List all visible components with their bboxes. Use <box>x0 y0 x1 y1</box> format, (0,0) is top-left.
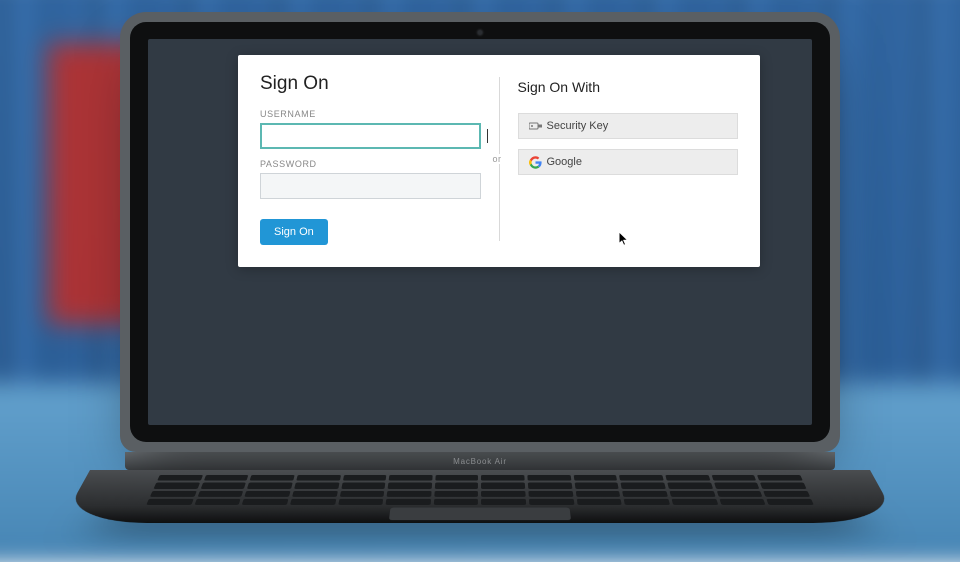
provider-label: Google <box>547 156 732 168</box>
federated-title: Sign On With <box>518 79 739 95</box>
laptop-lid: Sign On USERNAME PASSWORD Sign On or <box>120 12 840 452</box>
signon-button[interactable]: Sign On <box>260 219 328 245</box>
username-label: USERNAME <box>260 109 481 119</box>
security-key-icon <box>525 121 547 131</box>
federated-panel: Sign On With Security Key <box>500 73 739 245</box>
or-label: or <box>490 154 505 164</box>
credentials-panel: Sign On USERNAME PASSWORD Sign On <box>260 73 499 245</box>
signon-card: Sign On USERNAME PASSWORD Sign On or <box>238 55 760 267</box>
panel-divider: or <box>499 77 500 241</box>
password-label: PASSWORD <box>260 159 481 169</box>
provider-google-button[interactable]: Google <box>518 149 739 175</box>
device-brand-label: MacBook Air <box>453 457 507 466</box>
screen: Sign On USERNAME PASSWORD Sign On or <box>148 39 812 425</box>
webcam-dot <box>476 28 485 37</box>
laptop-mockup: Sign On USERNAME PASSWORD Sign On or <box>90 12 870 550</box>
username-input[interactable] <box>260 123 481 149</box>
text-caret <box>487 129 488 143</box>
keyboard <box>146 475 814 505</box>
laptop-deck <box>61 470 900 523</box>
provider-security-key-button[interactable]: Security Key <box>518 113 739 139</box>
password-input[interactable] <box>260 173 481 199</box>
screen-bezel: Sign On USERNAME PASSWORD Sign On or <box>130 22 830 442</box>
trackpad <box>389 508 571 521</box>
google-icon <box>525 156 547 169</box>
laptop-hinge: MacBook Air <box>125 452 835 470</box>
signon-title: Sign On <box>260 73 481 95</box>
provider-label: Security Key <box>547 120 732 132</box>
